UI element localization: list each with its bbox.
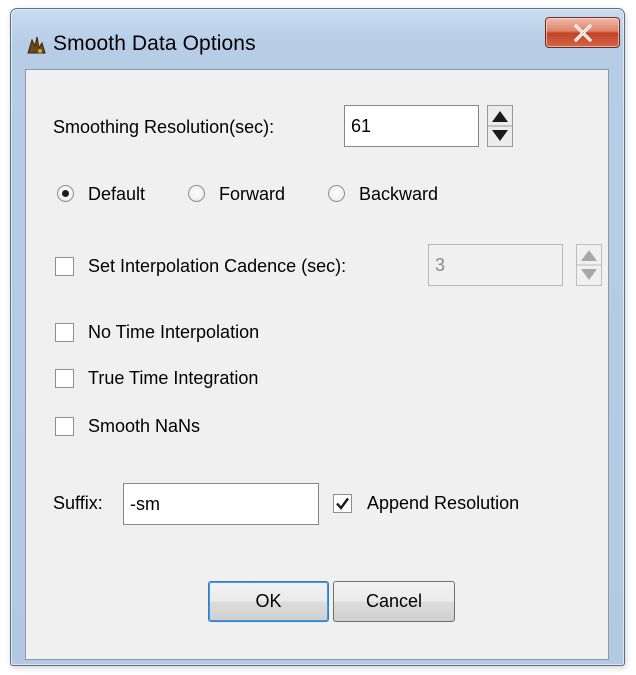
smoothing-resolution-input[interactable]: 61 [344,105,479,147]
no-time-interpolation-label[interactable]: No Time Interpolation [88,321,259,343]
smooth-nans-label[interactable]: Smooth NaNs [88,415,200,437]
title-bar[interactable]: Smooth Data Options [11,9,624,69]
radio-forward-label[interactable]: Forward [219,183,285,205]
cancel-button[interactable]: Cancel [333,581,455,622]
dialog-window: Smooth Data Options Smoothing Resolution… [10,8,625,666]
true-time-integration-checkbox[interactable] [55,369,74,388]
suffix-label: Suffix: [53,493,103,513]
window-title: Smooth Data Options [53,32,256,55]
true-time-integration-label[interactable]: True Time Integration [88,367,258,389]
interpolation-cadence-label[interactable]: Set Interpolation Cadence (sec): [88,255,346,277]
close-icon [573,24,592,42]
smoothing-resolution-spinner[interactable] [487,105,513,147]
append-resolution-checkbox[interactable] [333,494,352,513]
suffix-input[interactable]: -sm [123,483,319,525]
ok-button[interactable]: OK [208,581,329,622]
smoothing-resolution-label: Smoothing Resolution(sec): [53,117,275,137]
close-button[interactable] [545,17,620,48]
dialog-content: Smoothing Resolution(sec): 61 Default Fo… [25,69,609,660]
interpolation-cadence-spinner[interactable] [576,244,602,286]
radio-default[interactable] [57,185,74,202]
radio-backward-label[interactable]: Backward [359,183,438,205]
interpolation-cadence-checkbox[interactable] [55,257,74,276]
radio-default-label[interactable]: Default [88,183,145,205]
interpolation-cadence-input[interactable]: 3 [428,244,563,286]
no-time-interpolation-checkbox[interactable] [55,323,74,342]
app-icon [27,36,46,54]
radio-forward[interactable] [188,185,205,202]
radio-backward[interactable] [328,185,345,202]
checkmark-icon [336,497,349,510]
smooth-nans-checkbox[interactable] [55,417,74,436]
append-resolution-label[interactable]: Append Resolution [367,492,519,514]
